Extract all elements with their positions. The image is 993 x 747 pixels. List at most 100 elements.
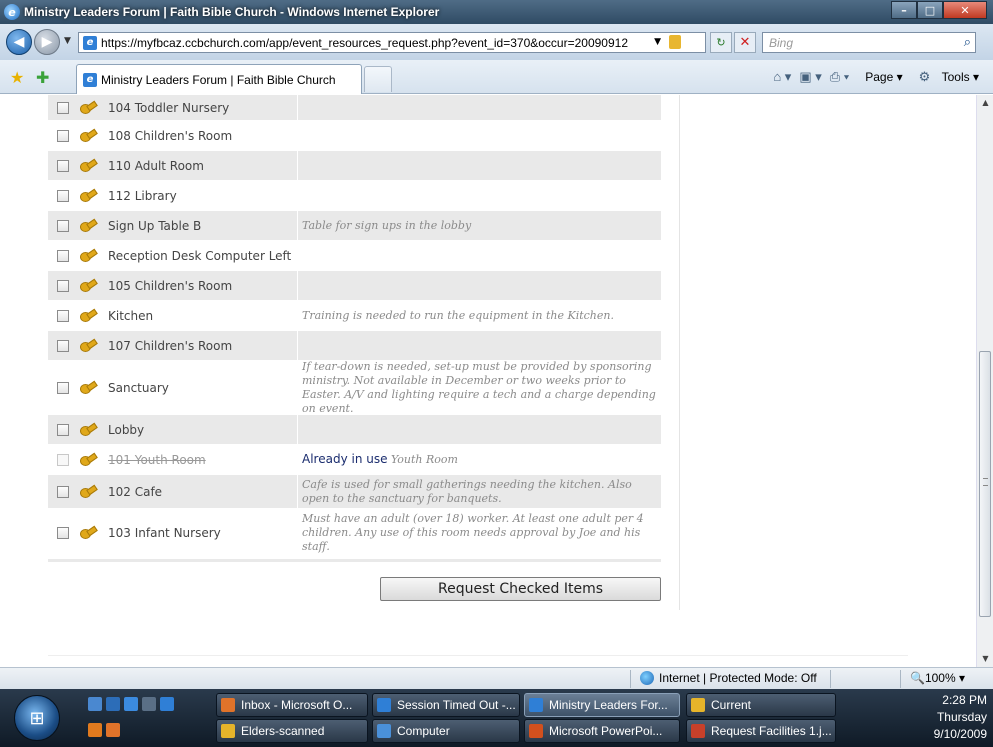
tools-menu[interactable]: ⚙ Tools ▾ (911, 69, 979, 85)
clock-time: 2:28 PM (942, 693, 987, 707)
key-icon (80, 219, 96, 233)
search-input[interactable]: Bing ⌕ (762, 32, 976, 53)
taskbar-button-label: Elders-scanned (241, 724, 325, 738)
taskbar-button-label: Inbox - Microsoft O... (241, 698, 353, 712)
search-icon[interactable]: ⌕ (964, 34, 971, 50)
taskbar: ⊞ Inbox - Microsoft O... Session Timed Ou… (0, 689, 993, 747)
key-icon (80, 423, 96, 437)
resource-checkbox[interactable] (57, 381, 69, 394)
resource-name: 108 Children's Room (108, 128, 233, 143)
key-icon (80, 485, 96, 499)
resource-checkbox[interactable] (57, 423, 69, 436)
ie-quicklaunch-icon[interactable] (124, 697, 138, 711)
url-field[interactable]: e https://myfbcaz.ccbchurch.com/app/even… (78, 32, 706, 53)
app-icon (691, 724, 705, 738)
resource-name: 107 Children's Room (108, 338, 233, 353)
tab-bar: ★ ✚ e Ministry Leaders Forum | Faith Bib… (0, 60, 993, 94)
url-text[interactable]: https://myfbcaz.ccbchurch.com/app/event_… (101, 36, 628, 50)
minimize-button[interactable]: – (891, 1, 917, 19)
taskbar-button[interactable]: Ministry Leaders For... (524, 693, 680, 717)
key-icon (80, 129, 96, 143)
resource-checkbox[interactable] (57, 189, 69, 202)
new-tab-button[interactable] (364, 66, 392, 92)
lock-icon[interactable] (669, 35, 681, 49)
page-icon: e (83, 72, 97, 87)
resource-checkbox[interactable] (57, 129, 69, 142)
taskbar-button[interactable]: Inbox - Microsoft O... (216, 693, 368, 717)
resource-checkbox[interactable] (57, 309, 69, 322)
home-icon[interactable]: ⌂ ▾ (773, 69, 791, 85)
stop-button[interactable]: ✕ (734, 32, 756, 53)
search-placeholder: Bing (769, 36, 794, 50)
clock-day: Thursday (936, 710, 987, 724)
resource-note: Already in use Youth Room (302, 452, 658, 467)
key-icon (80, 101, 96, 115)
switch-windows-icon[interactable] (106, 697, 120, 711)
resource-name: 112 Library (108, 188, 177, 203)
footer-rule (48, 655, 908, 656)
maximize-button[interactable]: □ (917, 1, 943, 19)
taskbar-button[interactable]: Elders-scanned (216, 719, 368, 743)
resource-checkbox[interactable] (57, 249, 69, 262)
globe-icon (640, 671, 654, 685)
app-icon (221, 724, 235, 738)
app-icon (529, 698, 543, 712)
taskbar-button[interactable]: Computer (372, 719, 520, 743)
scroll-down-icon[interactable]: ▼ (977, 651, 993, 667)
vertical-scrollbar[interactable]: ▲ ▼ (976, 95, 993, 667)
tab-ministry-leaders-forum[interactable]: e Ministry Leaders Forum | Faith Bible C… (76, 64, 362, 94)
address-bar: ◀ ▶ ▼ e https://myfbcaz.ccbchurch.com/ap… (0, 24, 993, 60)
resource-name: 104 Toddler Nursery (108, 100, 230, 115)
resource-row: 108 Children's Room (48, 121, 661, 151)
resource-name: Lobby (108, 422, 145, 437)
feeds-icon[interactable]: ▣ ▾ (799, 69, 821, 85)
taskbar-button[interactable]: Request Facilities 1.j... (686, 719, 836, 743)
add-favorites-icon[interactable]: ✚ (36, 68, 49, 87)
network-quicklaunch-icon[interactable] (142, 697, 156, 711)
taskbar-button[interactable]: Microsoft PowerPoi... (524, 719, 680, 743)
scroll-up-icon[interactable]: ▲ (977, 95, 993, 111)
resource-checkbox[interactable] (57, 279, 69, 292)
scroll-thumb[interactable] (979, 351, 991, 617)
app-icon (377, 724, 391, 738)
zoom-control[interactable]: 🔍100% ▾ (910, 671, 965, 685)
resource-checkbox[interactable] (57, 339, 69, 352)
resource-name: Kitchen (108, 308, 154, 323)
taskbar-button[interactable]: Session Timed Out -... (372, 693, 520, 717)
zoom-label: 100% (924, 671, 956, 685)
resource-checkbox[interactable] (57, 101, 69, 114)
outlook-quicklaunch-icon[interactable] (106, 723, 120, 737)
url-dropdown-icon[interactable]: ▼ (654, 37, 661, 47)
print-icon[interactable]: ⎙ ▾ (830, 69, 849, 85)
resource-row: 105 Children's Room (48, 271, 661, 301)
resource-note: Training is needed to run the equipment … (302, 308, 614, 322)
command-bar: ⌂ ▾ ▣ ▾ ⎙ ▾ Page ▾ ⚙ Tools ▾ (765, 69, 979, 85)
clock[interactable]: 2:28 PM Thursday 9/10/2009 (934, 692, 987, 743)
forward-button[interactable]: ▶ (34, 29, 60, 55)
resource-checkbox[interactable] (57, 219, 69, 232)
resource-name: 102 Cafe (108, 484, 163, 499)
key-icon (80, 309, 96, 323)
close-button[interactable]: ✕ (943, 1, 987, 19)
system-tray: 2:28 PM Thursday 9/10/2009 (883, 689, 993, 747)
taskbar-button[interactable]: Current (686, 693, 836, 717)
security-zone[interactable]: Internet | Protected Mode: Off (640, 671, 817, 685)
refresh-button[interactable]: ↻ (710, 32, 732, 53)
show-desktop-icon[interactable] (88, 697, 102, 711)
recent-pages-dropdown[interactable]: ▼ (64, 36, 71, 46)
request-checked-items-button[interactable]: Request Checked Items (380, 577, 661, 601)
back-button[interactable]: ◀ (6, 29, 32, 55)
resource-checkbox[interactable] (57, 485, 69, 498)
resource-row: 104 Toddler Nursery (48, 95, 661, 121)
favorites-star-icon[interactable]: ★ (10, 68, 24, 87)
gear-icon: ⚙ (918, 69, 931, 84)
resource-row: 102 Cafe Cafe is used for small gathering… (48, 475, 661, 509)
computer-quicklaunch-icon[interactable] (160, 697, 174, 711)
start-button[interactable]: ⊞ (14, 695, 60, 741)
resource-row: Sanctuary If tear-down is needed, set-up … (48, 360, 661, 415)
resource-checkbox[interactable] (57, 526, 69, 539)
page-menu[interactable]: Page ▾ (857, 70, 902, 84)
resource-checkbox[interactable] (57, 159, 69, 172)
resource-name: 103 Infant Nursery (108, 525, 221, 540)
media-quicklaunch-icon[interactable] (88, 723, 102, 737)
